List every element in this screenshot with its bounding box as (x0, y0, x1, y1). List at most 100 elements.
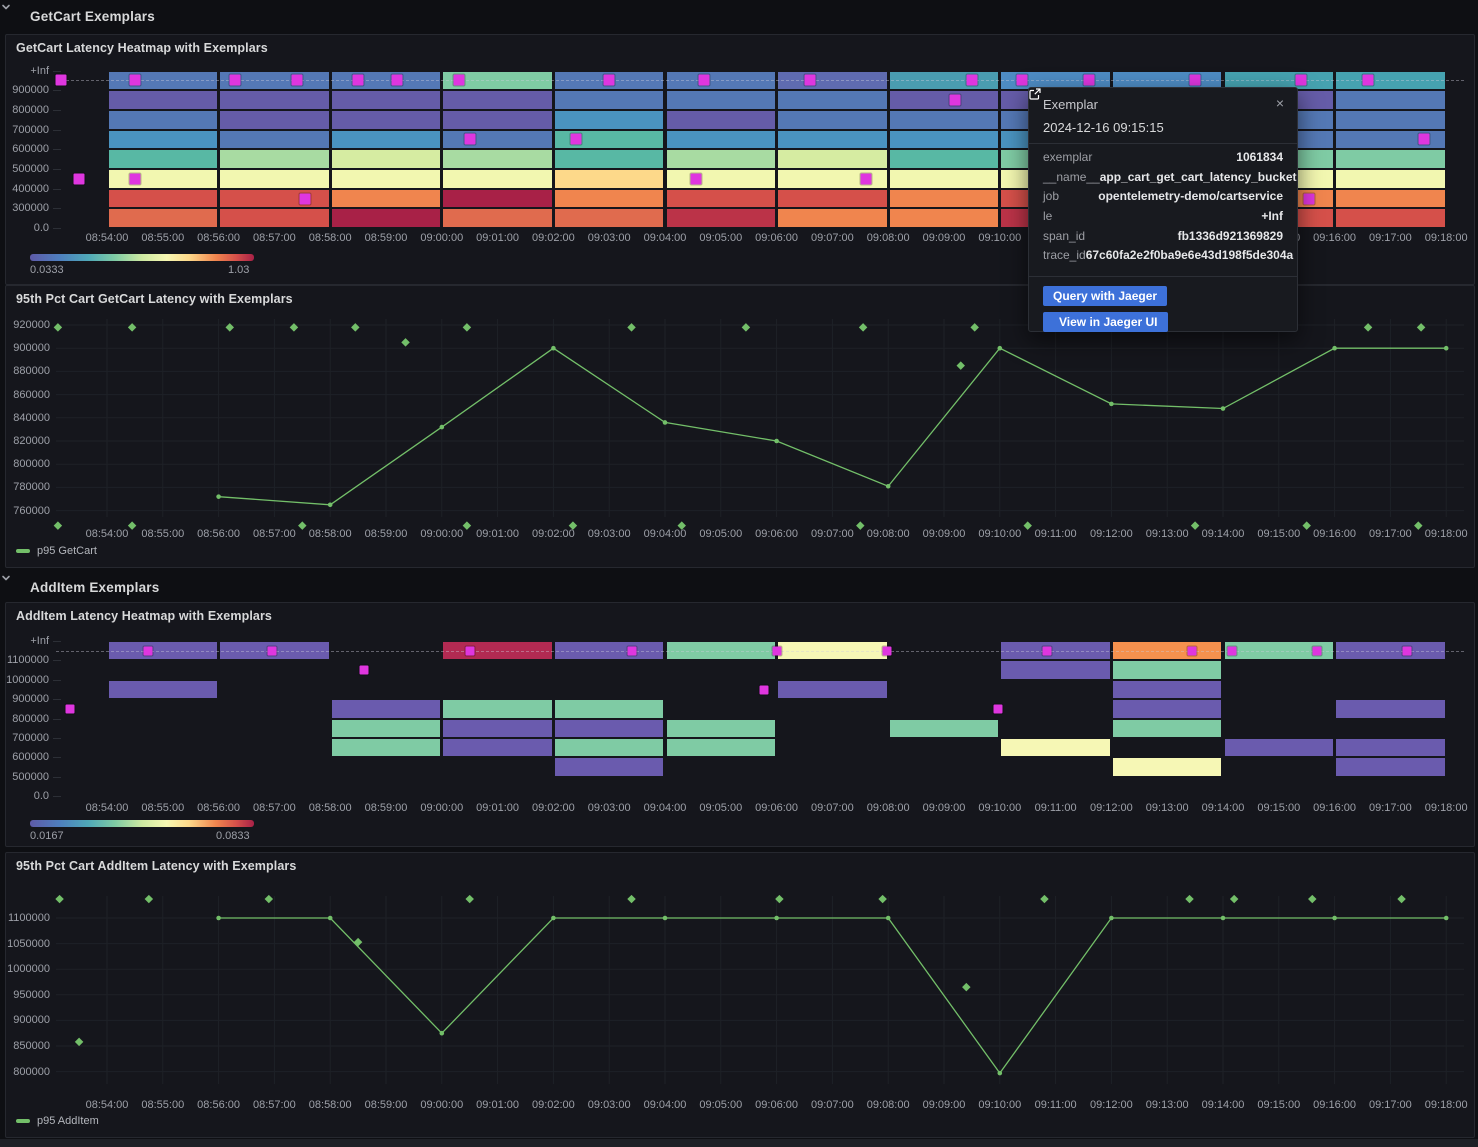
exemplar-marker[interactable] (1188, 646, 1197, 655)
data-point[interactable] (440, 425, 445, 430)
panel-title[interactable]: AddItem Latency Heatmap with Exemplars (16, 609, 272, 623)
exemplar-marker[interactable] (772, 646, 781, 655)
exemplar-diamond[interactable] (1302, 521, 1310, 529)
exemplar-diamond[interactable] (351, 323, 359, 331)
exemplar-marker[interactable] (129, 75, 140, 86)
data-point[interactable] (1221, 406, 1226, 411)
data-point[interactable] (1444, 346, 1449, 351)
data-point[interactable] (998, 346, 1003, 351)
exemplar-diamond[interactable] (54, 323, 62, 331)
exemplar-diamond[interactable] (1417, 323, 1425, 331)
exemplar-marker[interactable] (1363, 75, 1374, 86)
exemplar-diamond[interactable] (128, 521, 136, 529)
exemplar-diamond[interactable] (627, 895, 635, 903)
exemplar-diamond[interactable] (401, 338, 409, 346)
exemplar-marker[interactable] (1418, 134, 1429, 145)
exemplar-marker[interactable] (1084, 75, 1095, 86)
exemplar-marker[interactable] (129, 173, 140, 184)
exemplar-marker[interactable] (359, 666, 368, 675)
exemplar-marker[interactable] (860, 173, 871, 184)
exemplar-marker[interactable] (1403, 646, 1412, 655)
exemplar-marker[interactable] (1228, 646, 1237, 655)
exemplar-diamond[interactable] (265, 895, 273, 903)
exemplar-marker[interactable] (291, 75, 302, 86)
exemplar-diamond[interactable] (627, 323, 635, 331)
data-point[interactable] (886, 916, 891, 921)
exemplar-marker[interactable] (805, 75, 816, 86)
exemplar-diamond[interactable] (354, 938, 362, 946)
data-point[interactable] (328, 916, 333, 921)
exemplar-diamond[interactable] (1364, 323, 1372, 331)
exemplar-diamond[interactable] (1308, 895, 1316, 903)
exemplar-diamond[interactable] (970, 323, 978, 331)
exemplar-marker[interactable] (759, 685, 768, 694)
data-point[interactable] (663, 420, 668, 425)
data-point[interactable] (440, 1031, 445, 1036)
data-point[interactable] (774, 916, 779, 921)
legend-item-p95-additem[interactable]: p95 AddItem (16, 1115, 99, 1127)
exemplar-marker[interactable] (464, 134, 475, 145)
exemplar-diamond[interactable] (1191, 521, 1199, 529)
data-point[interactable] (1332, 346, 1337, 351)
exemplar-marker[interactable] (230, 75, 241, 86)
exemplar-marker[interactable] (1296, 75, 1307, 86)
exemplar-diamond[interactable] (1414, 521, 1422, 529)
exemplar-diamond[interactable] (145, 895, 153, 903)
exemplar-diamond[interactable] (128, 323, 136, 331)
exemplar-diamond[interactable] (54, 521, 62, 529)
data-point[interactable] (216, 916, 221, 921)
data-point[interactable] (551, 916, 556, 921)
data-point[interactable] (551, 346, 556, 351)
data-point[interactable] (774, 439, 779, 444)
exemplar-marker[interactable] (353, 75, 364, 86)
exemplar-diamond[interactable] (463, 521, 471, 529)
exemplar-marker[interactable] (392, 75, 403, 86)
exemplar-marker[interactable] (604, 75, 615, 86)
exemplar-diamond[interactable] (1185, 895, 1193, 903)
data-point[interactable] (886, 484, 891, 489)
exemplar-diamond[interactable] (290, 323, 298, 331)
data-point[interactable] (663, 916, 668, 921)
exemplar-diamond[interactable] (298, 521, 306, 529)
data-point[interactable] (216, 494, 221, 499)
exemplar-marker[interactable] (1017, 75, 1028, 86)
data-point[interactable] (998, 1071, 1003, 1076)
exemplar-marker[interactable] (690, 173, 701, 184)
exemplar-marker[interactable] (966, 75, 977, 86)
exemplar-marker[interactable] (699, 75, 710, 86)
data-point[interactable] (1332, 916, 1337, 921)
exemplar-diamond[interactable] (742, 323, 750, 331)
exemplar-marker[interactable] (74, 173, 85, 184)
exemplar-marker[interactable] (994, 704, 1003, 713)
exemplar-diamond[interactable] (956, 361, 964, 369)
exemplar-marker[interactable] (1312, 646, 1321, 655)
exemplar-diamond[interactable] (859, 323, 867, 331)
exemplar-marker[interactable] (627, 646, 636, 655)
view-in-jaeger-ui-button[interactable]: View in Jaeger UI (1043, 312, 1168, 332)
scrollbar-track[interactable] (0, 1139, 1478, 1147)
exemplar-marker[interactable] (1304, 193, 1315, 204)
data-point[interactable] (1109, 402, 1114, 407)
exemplar-marker[interactable] (1043, 646, 1052, 655)
exemplar-marker[interactable] (143, 646, 152, 655)
exemplar-marker[interactable] (570, 134, 581, 145)
query-with-jaeger-button[interactable]: Query with Jaeger (1043, 286, 1167, 306)
exemplar-marker[interactable] (55, 75, 66, 86)
panel-title[interactable]: 95th Pct Cart GetCart Latency with Exemp… (16, 292, 293, 306)
data-point[interactable] (1444, 916, 1449, 921)
exemplar-diamond[interactable] (1397, 895, 1405, 903)
panel-title[interactable]: GetCart Latency Heatmap with Exemplars (16, 41, 268, 55)
exemplar-diamond[interactable] (1040, 895, 1048, 903)
exemplar-diamond[interactable] (465, 895, 473, 903)
section-header-additem[interactable]: AddItem Exemplars (0, 572, 1478, 602)
exemplar-diamond[interactable] (962, 983, 970, 991)
exemplar-marker[interactable] (950, 95, 961, 106)
exemplar-marker[interactable] (267, 646, 276, 655)
panel-title[interactable]: 95th Pct Cart AddItem Latency with Exemp… (16, 859, 296, 873)
exemplar-diamond[interactable] (463, 323, 471, 331)
exemplar-marker[interactable] (453, 75, 464, 86)
data-point[interactable] (328, 503, 333, 508)
exemplar-diamond[interactable] (1230, 895, 1238, 903)
exemplar-diamond[interactable] (226, 323, 234, 331)
legend-item-p95-getcart[interactable]: p95 GetCart (16, 545, 97, 557)
